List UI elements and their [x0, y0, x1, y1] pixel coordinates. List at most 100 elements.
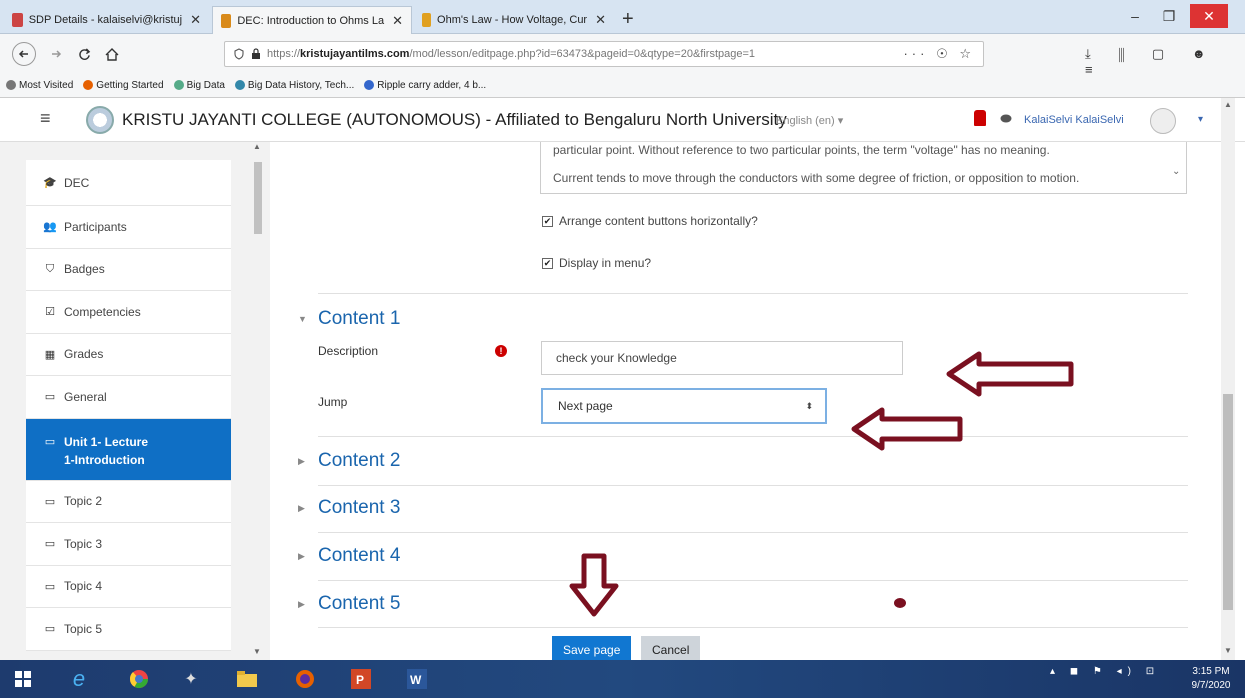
sidebar-item-grades[interactable]: ▦ Grades [26, 333, 231, 376]
internet-explorer-icon[interactable]: e [64, 664, 94, 694]
site-name[interactable]: KRISTU JAYANTI COLLEGE (AUTONOMOUS) - Af… [122, 110, 787, 130]
user-menu-chevron-icon[interactable]: ▾ [1198, 114, 1203, 125]
caret-right-icon: ▶ [298, 455, 305, 466]
bookmark-most-visited[interactable]: Most Visited [6, 80, 73, 91]
arrange-horizontally-checkbox[interactable]: ✔ [542, 215, 553, 227]
folder-icon: ▭ [44, 580, 56, 593]
bookmark-big-data[interactable]: Big Data [173, 80, 225, 91]
section-title: Content 2 [318, 450, 401, 471]
page-actions-icon[interactable]: ··· ☉ ☆ [903, 46, 975, 62]
file-explorer-icon[interactable] [232, 664, 262, 694]
close-tab-icon[interactable]: ✕ [384, 13, 403, 29]
sidebar-item-topic-5[interactable]: ▭ Topic 5 [26, 608, 231, 651]
section-title: Content 5 [318, 593, 401, 614]
reload-button[interactable] [72, 42, 96, 66]
avatar[interactable] [1150, 108, 1176, 134]
bookmark-ripple-carry[interactable]: Ripple carry adder, 4 b... [364, 80, 486, 91]
scroll-up-icon[interactable]: ▲ [1224, 100, 1232, 109]
chevron-down-icon[interactable]: ⌄ [1172, 166, 1180, 177]
sidebar-item-topic-4[interactable]: ▭ Topic 4 [26, 565, 231, 608]
user-name[interactable]: KalaiSelvi KalaiSelvi [1024, 114, 1124, 126]
close-window-button[interactable]: ✕ [1190, 4, 1228, 28]
sidebar-item-competencies[interactable]: ☑ Competencies [26, 291, 231, 334]
home-button[interactable] [100, 42, 124, 66]
content-4-header[interactable]: ▶ Content 4 [298, 545, 400, 567]
section-title: Content 3 [318, 497, 401, 518]
bookmark-label: Big Data [186, 80, 225, 91]
folder-icon: ▭ [44, 538, 56, 551]
powerpoint-icon[interactable]: P [346, 664, 376, 694]
arrange-horizontally-option[interactable]: ✔ Arrange content buttons horizontally? [542, 214, 758, 228]
sidebar-item-participants[interactable]: 👥 Participants [26, 206, 231, 249]
close-tab-icon[interactable]: ✕ [587, 12, 606, 28]
folder-icon: ▭ [44, 495, 56, 508]
sidebar-item-general[interactable]: ▭ General [26, 376, 231, 419]
bookmark-big-data-history[interactable]: Big Data History, Tech... [234, 80, 354, 91]
page-scrollbar[interactable]: ▲ ▼ [1221, 98, 1235, 660]
sidebar-item-topic-3[interactable]: ▭ Topic 3 [26, 523, 231, 566]
content-3-header[interactable]: ▶ Content 3 [298, 497, 400, 519]
taskbar-clock[interactable]: 3:15 PM 9/7/2020 [1186, 665, 1236, 693]
scroll-down-icon[interactable]: ▼ [253, 647, 261, 656]
chrome-icon[interactable] [124, 664, 154, 694]
tab-title: SDP Details - kalaiselvi@kristuj [28, 14, 183, 26]
maximize-button[interactable]: ❐ [1152, 4, 1186, 28]
scroll-down-icon[interactable]: ▼ [1224, 646, 1232, 655]
bookmark-getting-started[interactable]: Getting Started [83, 80, 164, 91]
gmail-icon [12, 13, 23, 27]
new-tab-button[interactable]: + [622, 8, 634, 31]
display-in-menu-checkbox[interactable]: ✔ [542, 257, 553, 269]
gear-icon [6, 80, 16, 91]
close-tab-icon[interactable]: ✕ [182, 12, 201, 28]
windows-taskbar: e ✦ P W ▴ ◼ ⚑ ◂) ⊡ 3:15 PM 9/7/2020 [0, 660, 1245, 698]
tab-dec-introduction[interactable]: DEC: Introduction to Ohms La ✕ [212, 6, 412, 34]
content-1-header[interactable]: ▼ Content 1 [298, 308, 400, 330]
tab-sdp-details[interactable]: SDP Details - kalaiselvi@kristuj ✕ [4, 6, 209, 34]
shield-icon: ⛉ [45, 262, 55, 275]
sidebar-item-dec[interactable]: 🎓 DEC [26, 160, 231, 206]
description-field[interactable]: check your Knowledge [541, 341, 903, 375]
divider [318, 485, 1188, 486]
notification-bell-icon[interactable] [974, 110, 986, 126]
graduation-cap-icon: 🎓 [43, 177, 57, 189]
page-contents-editor[interactable]: particular point. Without reference to t… [540, 142, 1187, 194]
sidebar-item-topic-2[interactable]: ▭ Topic 2 [26, 480, 231, 523]
display-in-menu-option[interactable]: ✔ Display in menu? [542, 256, 651, 270]
content-5-header[interactable]: ▶ Content 5 [298, 593, 400, 615]
scroll-up-icon[interactable]: ▲ [253, 142, 261, 151]
college-logo[interactable] [86, 106, 114, 134]
back-button[interactable] [12, 42, 36, 66]
sidebar-item-unit-1-lecture[interactable]: ▭ Unit 1- Lecture 1-Introduction [26, 418, 231, 481]
toolbar-icons[interactable]: ⤓ ⫼ ▢ ☻ ≡ [1085, 46, 1245, 77]
message-icon[interactable] [1000, 114, 1012, 127]
windows-start-icon[interactable] [8, 664, 38, 694]
site-icon [234, 80, 245, 91]
sidebar-scrollbar[interactable]: ▲ ▼ [252, 142, 264, 662]
language-menu[interactable]: English (en) ▾ [776, 114, 843, 127]
forward-button[interactable] [44, 42, 68, 66]
divider [318, 627, 1188, 628]
system-tray[interactable]: ▴ ◼ ⚑ ◂) ⊡ [1050, 666, 1160, 677]
jump-select[interactable]: Next page ⬍ [541, 388, 827, 424]
divider [318, 580, 1188, 581]
scrollbar-thumb[interactable] [1223, 394, 1233, 610]
bookmark-label: Ripple carry adder, 4 b... [377, 80, 487, 91]
bookmarks-bar: Most Visited Getting Started Big Data Bi… [0, 74, 1245, 98]
minimize-button[interactable]: – [1118, 4, 1152, 28]
hamburger-menu-icon[interactable]: ≡ [40, 108, 51, 129]
sidebar-item-label: Badges [64, 262, 105, 277]
tab-ohms-law[interactable]: Ohm's Law - How Voltage, Cur ✕ [414, 6, 614, 34]
annotation-arrow-left-icon [851, 407, 963, 451]
jump-label: Jump [318, 395, 348, 409]
firefox-icon[interactable] [290, 664, 320, 694]
sidebar-item-badges[interactable]: ⛉ Badges [26, 248, 231, 291]
word-icon[interactable]: W [402, 664, 432, 694]
scrollbar-thumb[interactable] [254, 162, 262, 234]
reload-icon [78, 47, 90, 60]
jump-selected-value: Next page [558, 399, 613, 413]
content-2-header[interactable]: ▶ Content 2 [298, 450, 400, 472]
media-player-icon[interactable]: ✦ [176, 664, 206, 694]
firefox-logo-icon [296, 670, 314, 688]
annotation-arrow-left-icon [946, 351, 1074, 397]
url-bar[interactable]: https://kristujayantilms.com/mod/lesson/… [224, 41, 984, 67]
